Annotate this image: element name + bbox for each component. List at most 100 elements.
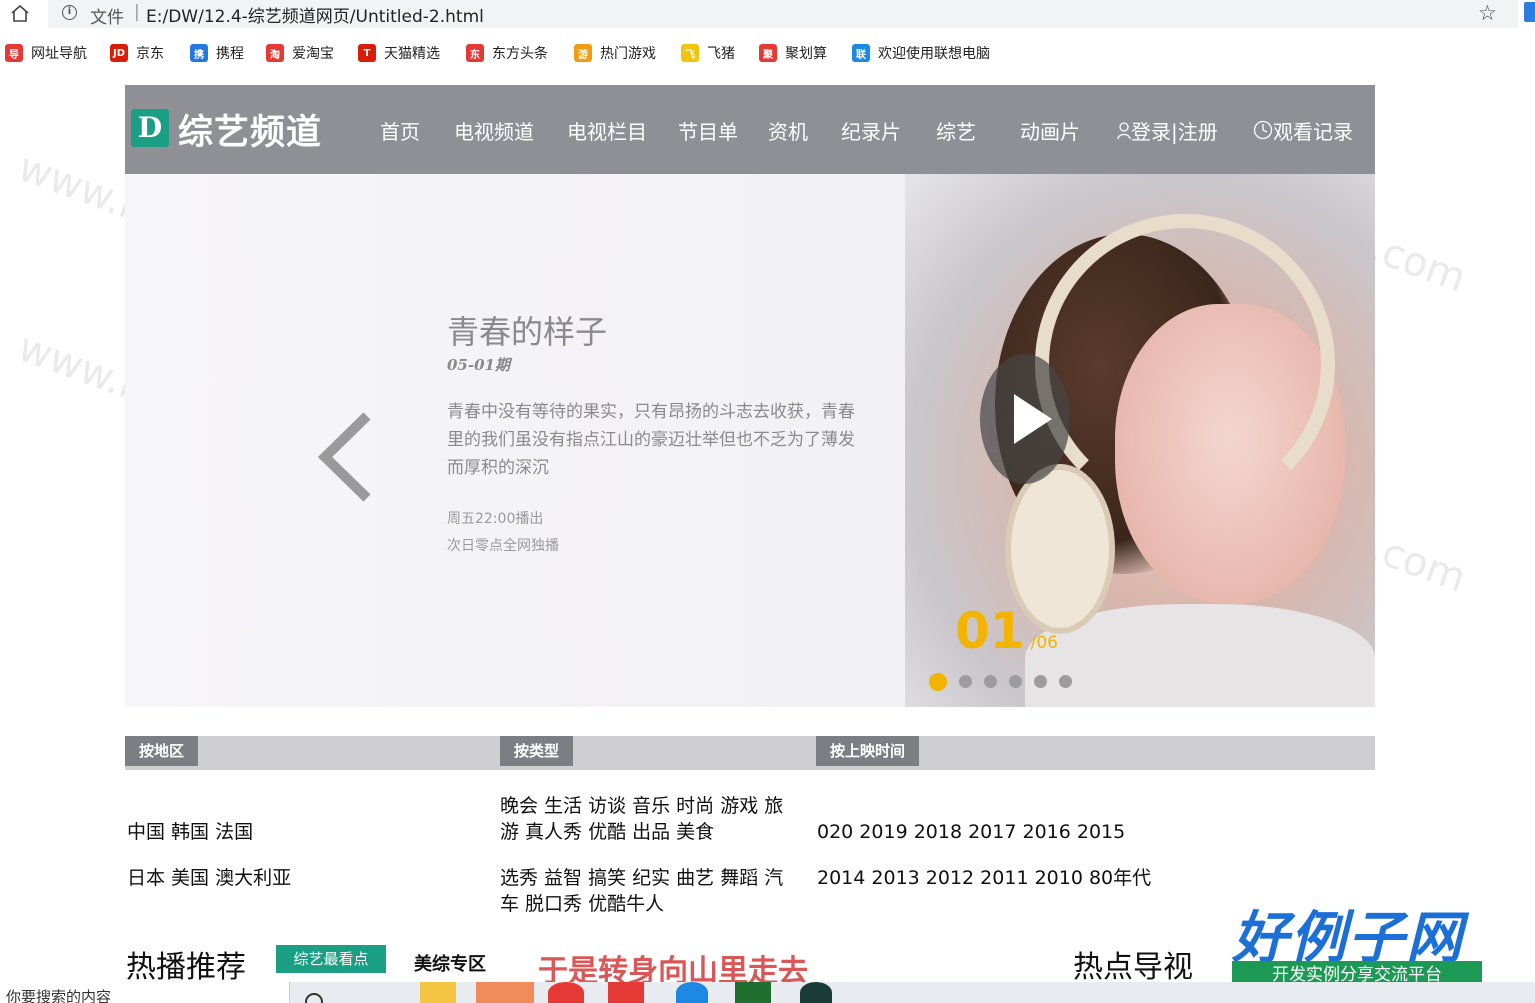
hero-banner: 青春的样子 05-01期 青春中没有等待的果实，只有昂扬的斗志去收获，青春里的我… xyxy=(125,174,1375,707)
info-icon[interactable]: i xyxy=(62,5,77,20)
nav-schedule[interactable]: 节目单 xyxy=(678,116,738,145)
slide-dot[interactable] xyxy=(959,675,972,688)
bookmark-item[interactable]: JD 京东 xyxy=(110,42,164,64)
filter-tab-type[interactable]: 按类型 xyxy=(500,736,574,766)
wechat-icon[interactable] xyxy=(476,982,534,1003)
game-icon: 游 xyxy=(574,44,592,62)
chevron-left-icon[interactable] xyxy=(315,412,375,502)
juhuasuan-icon: 聚 xyxy=(759,44,777,62)
dreamweaver-icon[interactable] xyxy=(735,982,771,1003)
bookmark-star-icon[interactable]: ☆ xyxy=(1478,1,1497,25)
nav-tv-channel[interactable]: 电视频道 xyxy=(454,116,534,145)
nav-animation[interactable]: 动画片 xyxy=(1020,116,1080,145)
hot-guide-title: 热点导视 xyxy=(1073,950,1193,985)
banner-title: 青春的样子 xyxy=(447,313,608,351)
region-list-row2[interactable]: 日本 美国 澳大利亚 xyxy=(127,865,291,891)
nav-icon: 导 xyxy=(5,44,23,62)
netease-music-icon[interactable] xyxy=(548,982,584,1003)
slide-counter: 01/06 xyxy=(955,602,1058,660)
bookmark-label: 东方头条 xyxy=(492,46,548,62)
bookmark-item[interactable]: 导网址导航 xyxy=(5,42,87,64)
slide-dot[interactable] xyxy=(1034,675,1047,688)
url-text[interactable]: E:/DW/12.4-综艺频道网页/Untitled-2.html xyxy=(146,2,484,27)
fliggy-icon: 飞 xyxy=(681,44,699,62)
bookmark-label: 京东 xyxy=(136,46,164,62)
bookmark-item[interactable]: 携携程 xyxy=(190,42,244,64)
clock-icon xyxy=(1253,120,1273,140)
banner-episode-date: 05-01期 xyxy=(447,356,510,374)
bookmark-label: 热门游戏 xyxy=(600,46,656,62)
site-header: D 综艺频道 首页 电视频道 电视栏目 节目单 资机 纪录片 综艺 动画片 登录… xyxy=(125,85,1375,174)
toutiao-icon: 东 xyxy=(466,44,484,62)
nav-news[interactable]: 资机 xyxy=(768,116,808,145)
history-label: 观看记录 xyxy=(1273,120,1353,144)
slide-dot[interactable] xyxy=(1009,675,1022,688)
filter-tab-release-time[interactable]: 按上映时间 xyxy=(816,736,920,766)
banner-air-info: 周五22:00播出 次日零点全网独播 xyxy=(447,506,559,560)
bookmark-label: 聚划算 xyxy=(785,46,827,62)
slide-dot[interactable] xyxy=(1059,675,1072,688)
bookmark-item[interactable]: 东东方头条 xyxy=(466,42,548,64)
logo-text[interactable]: 综艺频道 xyxy=(178,104,322,155)
ctrip-icon: 携 xyxy=(190,44,208,62)
bookmark-label: 天猫精选 xyxy=(384,46,440,62)
filter-bar: 按地区 按类型 按上映时间 xyxy=(125,736,1375,770)
hot-recommend-title: 热播推荐 xyxy=(126,950,246,985)
jd-icon: JD xyxy=(110,44,128,62)
bookmark-item[interactable]: 淘爱淘宝 xyxy=(266,42,334,64)
tag-us-variety[interactable]: 美综专区 xyxy=(414,950,486,976)
slide-dot[interactable] xyxy=(984,675,997,688)
nav-documentary[interactable]: 纪录片 xyxy=(841,116,901,145)
taobao-icon: 淘 xyxy=(266,44,284,62)
address-bar: i 文件 | E:/DW/12.4-综艺频道网页/Untitled-2.html… xyxy=(0,0,1535,28)
user-icon xyxy=(1117,122,1131,140)
wps-icon[interactable] xyxy=(608,982,644,1003)
slide-dot[interactable] xyxy=(929,673,947,691)
banner-air-time: 周五22:00播出 xyxy=(447,511,544,527)
url-separator: | xyxy=(134,2,140,22)
bookmark-label: 欢迎使用联想电脑 xyxy=(878,46,990,62)
bookmark-item[interactable]: 联欢迎使用联想电脑 xyxy=(852,42,990,64)
bookmark-item[interactable]: 飞飞猪 xyxy=(681,42,735,64)
lenovo-icon: 联 xyxy=(852,44,870,62)
history-link[interactable]: 观看记录 xyxy=(1253,116,1353,145)
type-list-row1[interactable]: 晚会 生活 访谈 音乐 时尚 游戏 旅游 真人秀 优酷 出品 美食 xyxy=(500,793,800,845)
filter-tab-region[interactable]: 按地区 xyxy=(125,736,199,766)
taskbar-search-input[interactable]: 你要搜索的内容 xyxy=(0,982,290,1003)
bookmark-item[interactable]: 聚聚划算 xyxy=(759,42,827,64)
play-icon[interactable] xyxy=(980,354,1070,484)
slide-current: 01 xyxy=(955,602,1025,660)
home-icon[interactable] xyxy=(10,4,30,22)
bookmark-label: 飞猪 xyxy=(707,46,735,62)
taskbar: 你要搜索的内容 xyxy=(0,982,1535,1003)
banner-air-note: 次日零点全网独播 xyxy=(447,538,559,554)
logo-icon[interactable]: D xyxy=(131,109,169,147)
bookmark-label: 携程 xyxy=(216,46,244,62)
slide-dots xyxy=(929,673,1084,691)
bookmark-label: 爱淘宝 xyxy=(292,46,334,62)
bookmark-item[interactable]: 游热门游戏 xyxy=(574,42,656,64)
bookmarks-bar: 导网址导航 JD 京东携携程淘爱淘宝 T 天猫精选东东方头条游热门游戏飞飞猪聚聚划算联欢… xyxy=(0,38,1535,68)
file-explorer-icon[interactable] xyxy=(420,982,456,1003)
app-icon[interactable] xyxy=(800,982,832,1003)
nav-home[interactable]: 首页 xyxy=(380,116,420,145)
login-register-link[interactable]: 登录|注册 xyxy=(1117,116,1218,145)
type-list-row2[interactable]: 选秀 益智 搞笑 纪实 曲艺 舞蹈 汽车 脱口秀 优酷牛人 xyxy=(500,865,800,917)
scheme-label: 文件 xyxy=(90,8,124,28)
extension-icon[interactable] xyxy=(1524,2,1535,22)
bookmark-label: 网址导航 xyxy=(31,46,87,62)
tmall-icon: T xyxy=(358,44,376,62)
bookmark-item[interactable]: T 天猫精选 xyxy=(358,42,440,64)
search-icon[interactable] xyxy=(300,982,344,1003)
slide-total: /06 xyxy=(1030,633,1058,653)
browser-icon[interactable] xyxy=(676,982,708,1003)
nav-variety[interactable]: 综艺 xyxy=(936,116,976,145)
banner-description: 青春中没有等待的果实，只有昂扬的斗志去收获，青春里的我们虽没有指点江山的豪迈壮举… xyxy=(447,402,855,478)
tag-variety-highlights[interactable]: 综艺最看点 xyxy=(276,945,386,973)
region-list-row1[interactable]: 中国 韩国 法国 xyxy=(127,819,253,845)
year-list-row1[interactable]: 020 2019 2018 2017 2016 2015 xyxy=(817,819,1125,845)
brand-logo: 好例子网 开发实例分享交流平台 xyxy=(1232,893,1482,989)
nav-tv-column[interactable]: 电视栏目 xyxy=(567,116,647,145)
login-label: 登录|注册 xyxy=(1131,120,1218,144)
year-list-row2[interactable]: 2014 2013 2012 2011 2010 80年代 xyxy=(817,865,1151,891)
